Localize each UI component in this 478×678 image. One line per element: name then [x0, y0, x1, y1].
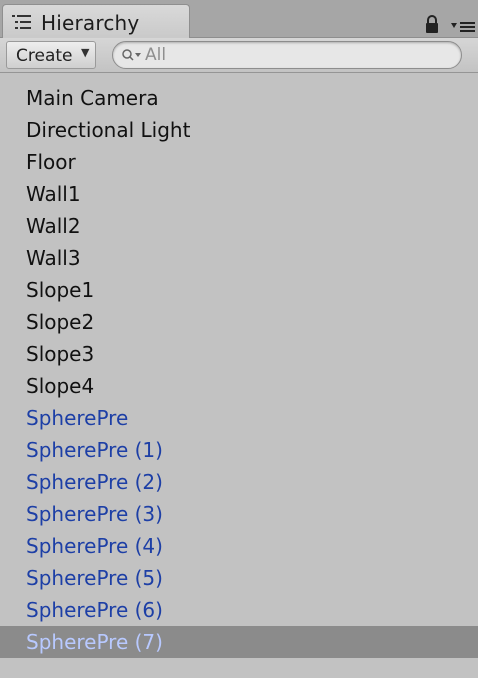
- list-item-label: SpherePre (3): [26, 502, 163, 526]
- tab-hierarchy[interactable]: Hierarchy: [2, 4, 190, 39]
- list-item-label: SpherePre (1): [26, 438, 163, 462]
- list-item[interactable]: Slope1: [0, 274, 478, 306]
- list-item[interactable]: Main Camera: [0, 82, 478, 114]
- lock-icon[interactable]: [424, 14, 440, 34]
- list-item-label: Wall2: [26, 214, 81, 238]
- list-item-label: Directional Light: [26, 118, 191, 142]
- prefab-list-item[interactable]: SpherePre: [0, 402, 478, 434]
- hierarchy-toolbar: Create ▼ All: [0, 38, 478, 73]
- prefab-list-item[interactable]: SpherePre (4): [0, 530, 478, 562]
- hierarchy-list-icon: [12, 15, 31, 29]
- list-item-label: Slope4: [26, 374, 95, 398]
- search-placeholder: All: [145, 45, 167, 65]
- prefab-list-item[interactable]: SpherePre (2): [0, 466, 478, 498]
- prefab-list-item[interactable]: SpherePre (1): [0, 434, 478, 466]
- list-item[interactable]: Wall3: [0, 242, 478, 274]
- tab-strip: Hierarchy: [0, 0, 478, 39]
- list-item-label: SpherePre (6): [26, 598, 163, 622]
- list-item[interactable]: Slope2: [0, 306, 478, 338]
- list-item-label: Slope3: [26, 342, 95, 366]
- create-label: Create: [16, 46, 73, 66]
- list-item-label: Main Camera: [26, 86, 159, 110]
- hierarchy-list: Main Camera Directional Light Floor Wall…: [0, 82, 478, 658]
- tab-title: Hierarchy: [41, 11, 140, 35]
- panel-menu-icon[interactable]: [450, 20, 476, 34]
- search-input[interactable]: All: [112, 41, 462, 69]
- prefab-list-item[interactable]: SpherePre (5): [0, 562, 478, 594]
- list-item-label: SpherePre (4): [26, 534, 163, 558]
- prefab-list-item-selected[interactable]: SpherePre (7): [0, 626, 478, 658]
- create-dropdown-button[interactable]: Create ▼: [6, 41, 96, 69]
- list-item[interactable]: Floor: [0, 146, 478, 178]
- search-icon: [122, 49, 141, 61]
- list-item-label: SpherePre: [26, 406, 129, 430]
- list-item-label: SpherePre (2): [26, 470, 163, 494]
- list-item[interactable]: Wall2: [0, 210, 478, 242]
- prefab-list-item[interactable]: SpherePre (6): [0, 594, 478, 626]
- prefab-list-item[interactable]: SpherePre (3): [0, 498, 478, 530]
- list-item-label: Wall3: [26, 246, 81, 270]
- list-item-label: Wall1: [26, 182, 81, 206]
- list-item-label: Slope2: [26, 310, 95, 334]
- list-item-label: SpherePre (7): [26, 630, 163, 654]
- list-item[interactable]: Directional Light: [0, 114, 478, 146]
- list-item[interactable]: Slope4: [0, 370, 478, 402]
- list-item-label: SpherePre (5): [26, 566, 163, 590]
- list-item[interactable]: Slope3: [0, 338, 478, 370]
- list-item-label: Floor: [26, 150, 76, 174]
- chevron-down-icon: ▼: [81, 46, 90, 59]
- list-item-label: Slope1: [26, 278, 95, 302]
- list-item[interactable]: Wall1: [0, 178, 478, 210]
